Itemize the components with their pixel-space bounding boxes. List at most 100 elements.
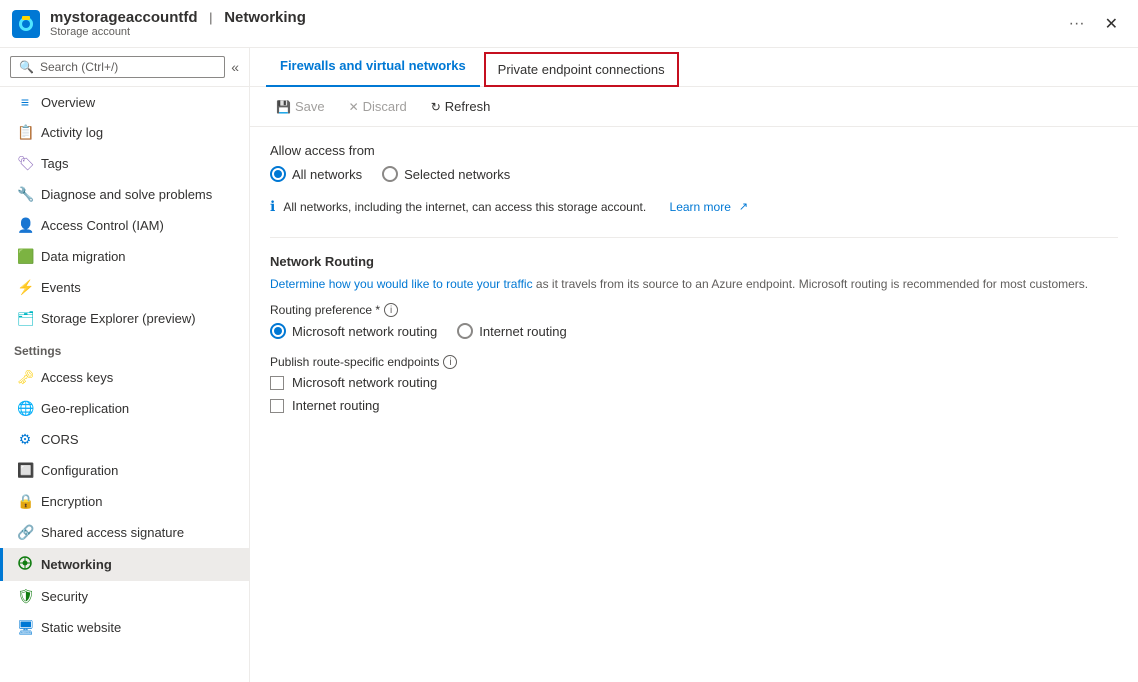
title-bar: mystorageaccountfd | Networking Storage … <box>0 0 1138 48</box>
sidebar-item-label: Encryption <box>41 494 102 509</box>
tab-bar: Firewalls and virtual networks Private e… <box>250 48 1138 87</box>
sidebar-item-label: Access Control (IAM) <box>41 218 164 233</box>
cors-icon: ⚙ <box>17 431 33 448</box>
network-routing-title: Network Routing <box>270 254 1118 269</box>
checkbox-microsoft-routing-box <box>270 376 284 390</box>
checkbox-internet-routing[interactable]: Internet routing <box>270 398 1118 413</box>
refresh-icon: ↻ <box>431 100 441 114</box>
radio-microsoft-routing-circle <box>270 323 286 339</box>
publish-endpoints-text: Publish route-specific endpoints <box>270 355 439 369</box>
allow-access-label: Allow access from <box>270 143 1118 158</box>
external-link-icon: ↗ <box>739 200 748 213</box>
sidebar-item-diagnose[interactable]: 🔧 Diagnose and solve problems <box>0 179 249 210</box>
sidebar-nav: ≡ Overview 📋 Activity log 🏷 Tags 🔧 Diagn… <box>0 87 249 682</box>
tab-firewalls[interactable]: Firewalls and virtual networks <box>266 48 480 87</box>
radio-internet-routing-circle <box>457 323 473 339</box>
search-placeholder: Search (Ctrl+/) <box>40 60 118 74</box>
sidebar-item-cors[interactable]: ⚙ CORS <box>0 424 249 455</box>
discard-icon: ✕ <box>349 100 359 114</box>
close-button[interactable]: ✕ <box>1097 10 1126 38</box>
networking-icon <box>17 555 33 574</box>
sidebar-item-label: Networking <box>41 557 112 572</box>
save-button[interactable]: 💾 Save <box>266 95 335 118</box>
network-routing-desc: Determine how you would like to route yo… <box>270 275 1118 293</box>
title-bar-info: mystorageaccountfd | Networking Storage … <box>50 9 1057 38</box>
sidebar-item-configuration[interactable]: 🔲 Configuration <box>0 455 249 486</box>
sidebar-item-label: Configuration <box>41 463 118 478</box>
routing-desc-highlight: Determine how you would like to route yo… <box>270 277 533 291</box>
sidebar-item-access-control[interactable]: 👤 Access Control (IAM) <box>0 210 249 241</box>
sidebar-item-access-keys[interactable]: 🗝 Access keys <box>0 362 249 393</box>
storage-explorer-icon: 🗂 <box>17 310 33 327</box>
radio-selected-networks[interactable]: Selected networks <box>382 166 510 182</box>
learn-more-link[interactable]: Learn more <box>670 200 731 214</box>
search-box[interactable]: 🔍 Search (Ctrl+/) <box>10 56 225 78</box>
info-circle-icon: ℹ <box>270 198 275 215</box>
tab-private-endpoint[interactable]: Private endpoint connections <box>484 52 679 87</box>
sidebar-item-static-website[interactable]: 🖥 Static website <box>0 612 249 643</box>
sidebar-item-label: Data migration <box>41 249 126 264</box>
checkbox-microsoft-routing-label: Microsoft network routing <box>292 375 437 390</box>
sidebar-item-label: Geo-replication <box>41 401 129 416</box>
sidebar-item-label: CORS <box>41 432 79 447</box>
access-radio-group: All networks Selected networks <box>270 166 1118 182</box>
sidebar-item-tags[interactable]: 🏷 Tags <box>0 148 249 179</box>
sidebar-item-label: Events <box>41 280 81 295</box>
sidebar-item-label: Access keys <box>41 370 113 385</box>
content-panel: Allow access from All networks Selected … <box>250 127 1138 682</box>
radio-all-networks-circle <box>270 166 286 182</box>
save-icon: 💾 <box>276 100 291 114</box>
access-control-icon: 👤 <box>17 217 33 234</box>
security-icon: 🛡 <box>17 588 33 605</box>
title-separator: | <box>209 10 212 25</box>
more-options-icon[interactable]: ··· <box>1069 15 1085 33</box>
resource-type: Storage account <box>50 26 1057 38</box>
sidebar-item-label: Shared access signature <box>41 525 184 540</box>
sidebar-item-overview[interactable]: ≡ Overview <box>0 87 249 117</box>
sidebar-item-storage-explorer[interactable]: 🗂 Storage Explorer (preview) <box>0 303 249 334</box>
sidebar-item-security[interactable]: 🛡 Security <box>0 581 249 612</box>
radio-microsoft-routing-label: Microsoft network routing <box>292 324 437 339</box>
routing-desc-rest: as it travels from its source to an Azur… <box>533 277 1089 291</box>
data-migration-icon: 🟩 <box>17 248 33 265</box>
access-keys-icon: 🗝 <box>17 369 33 386</box>
refresh-button[interactable]: ↻ Refresh <box>421 95 501 118</box>
sidebar-item-networking[interactable]: Networking <box>0 548 249 581</box>
static-website-icon: 🖥 <box>17 619 33 636</box>
discard-label: Discard <box>363 99 407 114</box>
sidebar-item-encryption[interactable]: 🔒 Encryption <box>0 486 249 517</box>
sidebar-item-label: Activity log <box>41 125 103 140</box>
collapse-sidebar-button[interactable]: « <box>231 59 239 75</box>
geo-replication-icon: 🌐 <box>17 400 33 417</box>
sidebar-item-shared-access[interactable]: 🔗 Shared access signature <box>0 517 249 548</box>
radio-internet-routing[interactable]: Internet routing <box>457 323 566 339</box>
routing-radio-group: Microsoft network routing Internet routi… <box>270 323 1118 339</box>
app-logo <box>12 10 40 38</box>
radio-selected-networks-label: Selected networks <box>404 167 510 182</box>
radio-microsoft-routing[interactable]: Microsoft network routing <box>270 323 437 339</box>
section-title: Networking <box>224 9 306 26</box>
publish-info-icon[interactable]: i <box>443 355 457 369</box>
configuration-icon: 🔲 <box>17 462 33 479</box>
info-banner: ℹ All networks, including the internet, … <box>270 192 1118 221</box>
checkbox-internet-routing-label: Internet routing <box>292 398 379 413</box>
info-text: All networks, including the internet, ca… <box>283 200 646 214</box>
content-area: Firewalls and virtual networks Private e… <box>250 48 1138 682</box>
refresh-label: Refresh <box>445 99 491 114</box>
section-divider <box>270 237 1118 238</box>
routing-info-icon[interactable]: i <box>384 303 398 317</box>
routing-preference-label: Routing preference * i <box>270 303 1118 317</box>
sidebar-item-data-migration[interactable]: 🟩 Data migration <box>0 241 249 272</box>
activity-log-icon: 📋 <box>17 124 33 141</box>
sidebar-item-events[interactable]: ⚡ Events <box>0 272 249 303</box>
main-layout: 🔍 Search (Ctrl+/) « ≡ Overview 📋 Activit… <box>0 48 1138 682</box>
sidebar-item-activity-log[interactable]: 📋 Activity log <box>0 117 249 148</box>
radio-all-networks[interactable]: All networks <box>270 166 362 182</box>
tags-icon: 🏷 <box>17 155 33 172</box>
routing-preference-text: Routing preference * <box>270 303 380 317</box>
resource-title: mystorageaccountfd <box>50 9 198 26</box>
sidebar-item-geo-replication[interactable]: 🌐 Geo-replication <box>0 393 249 424</box>
checkbox-microsoft-routing[interactable]: Microsoft network routing <box>270 375 1118 390</box>
sidebar: 🔍 Search (Ctrl+/) « ≡ Overview 📋 Activit… <box>0 48 250 682</box>
discard-button[interactable]: ✕ Discard <box>339 95 417 118</box>
